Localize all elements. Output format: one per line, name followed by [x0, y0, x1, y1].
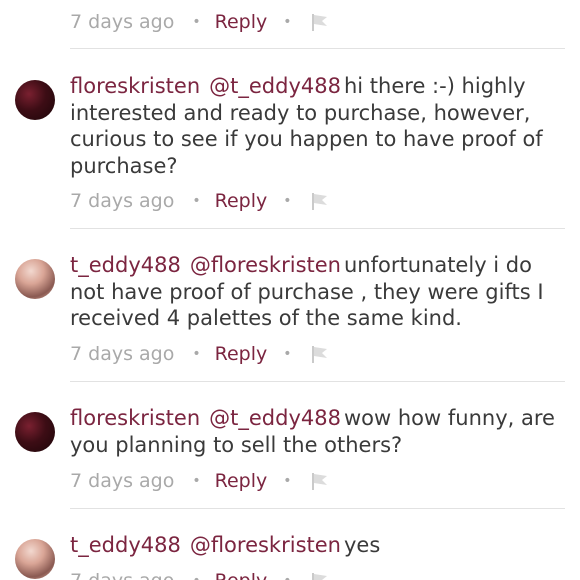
comment-meta: 7 days ago • Reply • [70, 566, 330, 580]
reply-button[interactable]: Reply [215, 11, 268, 33]
reply-button[interactable]: Reply [215, 470, 268, 492]
avatar[interactable] [15, 412, 55, 452]
comment-body: t_eddy488 @floreskristen unfortunately i d… [70, 252, 565, 332]
separator-dot: • [192, 346, 201, 362]
separator-dot: • [283, 346, 292, 362]
divider [70, 508, 565, 509]
separator-dot: • [283, 473, 292, 489]
comment-meta: 7 days ago • Reply • [70, 7, 330, 37]
comment-meta: 7 days ago • Reply • [70, 339, 330, 369]
separator-dot: • [192, 473, 201, 489]
divider [70, 228, 565, 229]
comment-body: floreskristen @t_eddy488 wow how funny, ar… [70, 405, 565, 458]
avatar[interactable] [15, 539, 55, 579]
timestamp: 7 days ago [70, 11, 175, 33]
flag-icon[interactable] [310, 12, 330, 32]
comment-author[interactable]: t_eddy488 [70, 533, 181, 557]
avatar[interactable] [15, 80, 55, 120]
separator-dot: • [192, 14, 201, 30]
comment-author[interactable]: t_eddy488 [70, 253, 181, 277]
comment-body: t_eddy488 @floreskristen yes [70, 532, 565, 559]
reply-button[interactable]: Reply [215, 343, 268, 365]
mention-link[interactable]: @t_eddy488 [209, 406, 341, 430]
divider [70, 48, 565, 49]
separator-dot: • [192, 193, 201, 209]
reply-button[interactable]: Reply [215, 570, 268, 580]
comment-meta: 7 days ago • Reply • [70, 186, 330, 216]
flag-icon[interactable] [310, 191, 330, 211]
separator-dot: • [283, 573, 291, 580]
timestamp: 7 days ago [70, 470, 175, 492]
timestamp: 7 days ago [70, 190, 175, 212]
comment-body: floreskristen @t_eddy488 hi there :-) high… [70, 73, 565, 179]
comment-author[interactable]: floreskristen [70, 406, 200, 430]
separator-dot: • [283, 193, 292, 209]
separator-dot: • [192, 573, 200, 580]
mention-link[interactable]: @floreskristen [190, 253, 341, 277]
separator-dot: • [283, 14, 292, 30]
flag-icon[interactable] [310, 471, 330, 491]
avatar[interactable] [15, 259, 55, 299]
comments-thread: 7 days ago • Reply • floreskristen @t_edd… [0, 0, 580, 580]
reply-button[interactable]: Reply [215, 190, 268, 212]
comment-author[interactable]: floreskristen [70, 74, 200, 98]
mention-link[interactable]: @floreskristen [190, 533, 341, 557]
comment-meta: 7 days ago • Reply • [70, 466, 330, 496]
timestamp: 7 days ago [70, 343, 175, 365]
mention-link[interactable]: @t_eddy488 [209, 74, 341, 98]
comment-text: yes [343, 533, 381, 557]
flag-icon[interactable] [310, 344, 330, 364]
divider [70, 381, 565, 382]
flag-icon[interactable] [310, 571, 330, 580]
timestamp: 7 days ago [70, 570, 174, 580]
